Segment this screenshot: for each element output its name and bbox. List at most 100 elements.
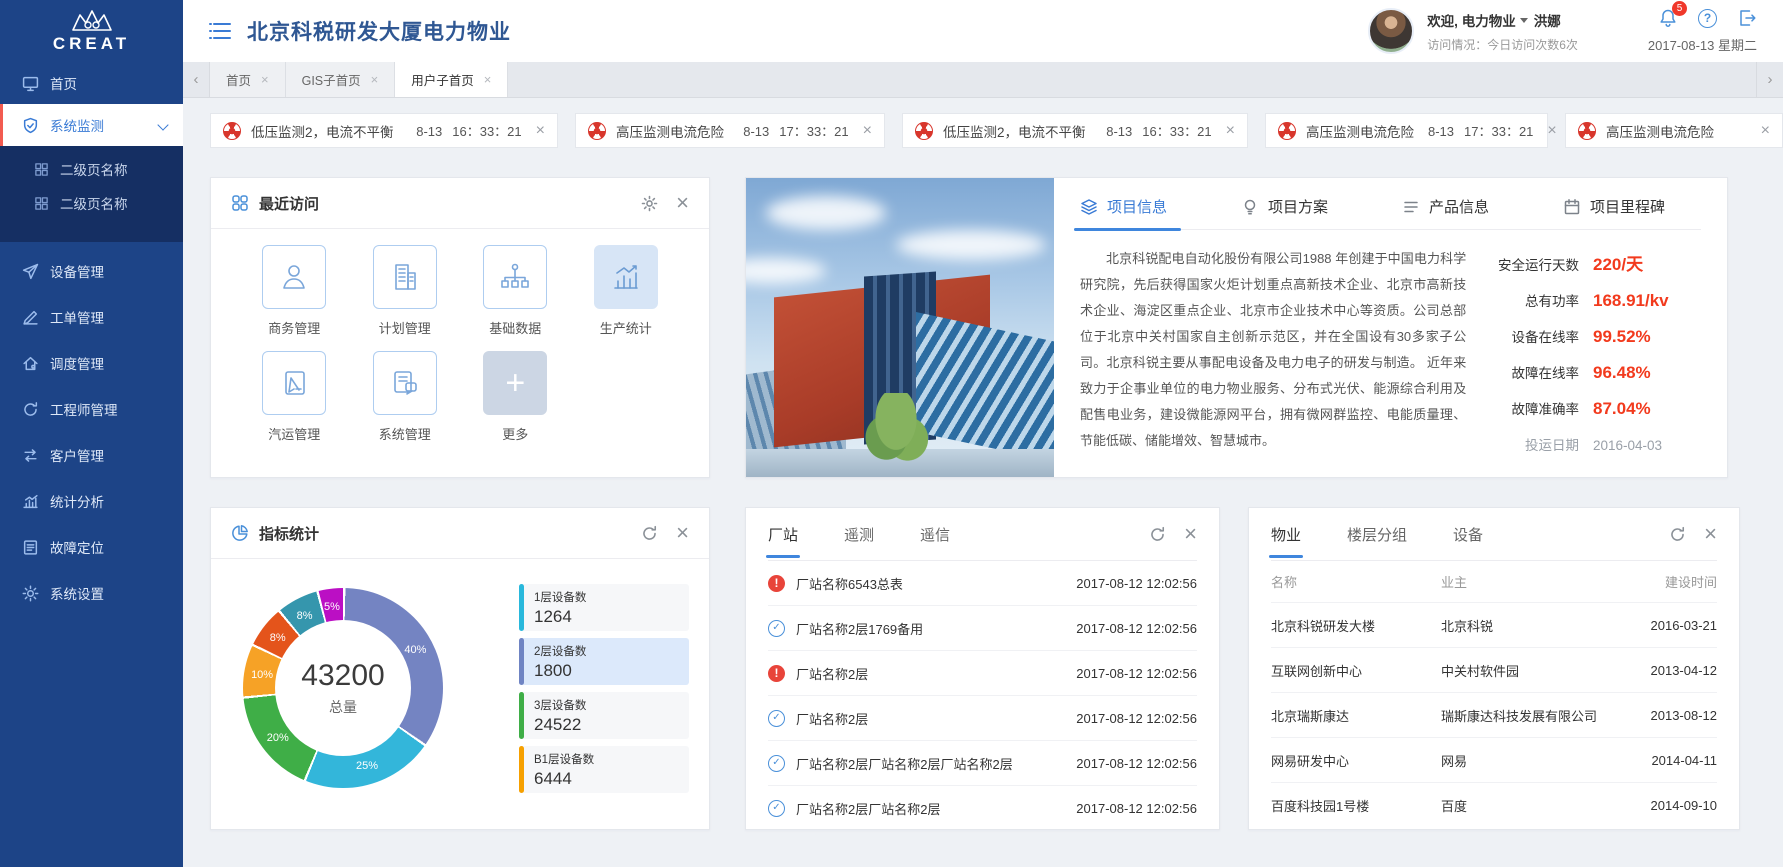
close-icon[interactable] [536,123,545,139]
tab-close-icon[interactable] [261,73,269,86]
gear-icon[interactable] [641,195,658,212]
header-date: 2017-08-13 星期二 [1648,35,1757,54]
tab-close-icon[interactable] [371,73,379,86]
shortcut-transport[interactable]: 汽运管理 [239,351,350,443]
tab-telesignal[interactable]: 遥信 [920,524,950,545]
tab-project-plan[interactable]: 项目方案 [1241,196,1328,217]
swap-icon [22,447,39,464]
logo-text: CREAT [53,34,130,54]
caret-down-icon[interactable] [1520,18,1528,23]
sidebar-item-engineer[interactable]: 工程师管理 [0,386,183,432]
refresh-icon[interactable] [1149,526,1166,543]
shortcut-plan[interactable]: 计划管理 [350,245,461,337]
sidebar-item-dispatch[interactable]: 调度管理 [0,340,183,386]
sidebar-item-label: 调度管理 [50,353,104,373]
tab-project-milestone[interactable]: 项目里程碑 [1563,196,1665,217]
close-icon[interactable] [1226,123,1235,139]
station-row[interactable]: 厂站名称2层1769备用 2017-08-12 12:02:56 [768,605,1197,650]
sidebar-item-customer[interactable]: 客户管理 [0,432,183,478]
menu-list-icon[interactable] [209,22,231,40]
shortcut-production-stats[interactable]: 生产统计 [571,245,682,337]
alert-card[interactable]: 低压监测2，电流不平衡 8-1316：33：21 [210,113,558,148]
close-icon[interactable] [1184,523,1197,545]
sidebar-subitem-2[interactable]: 二级页名称 [0,186,183,220]
legend-item[interactable]: B1层设备数6444 [519,746,689,793]
table-row[interactable]: 北京瑞斯康达 瑞斯康达科技发展有限公司 2013-08-12 [1271,692,1717,737]
tab-telemetry[interactable]: 遥测 [844,524,874,545]
sidebar-item-statistics[interactable]: 统计分析 [0,478,183,524]
building-icon [373,245,437,309]
close-icon[interactable] [1704,523,1717,545]
table-row[interactable]: 百度科技园1号楼 百度 2014-09-10 [1271,782,1717,827]
sidebar-item-label: 工单管理 [50,307,104,327]
station-row[interactable]: 厂站名称2层厂站名称2层厂站名称2层 2017-08-12 12:02:56 [768,740,1197,785]
legend-item[interactable]: 1层设备数1264 [519,584,689,631]
alert-card[interactable]: 高压监测电流危险 8-1317：33：21 [575,113,885,148]
donut-center: 43200 总量 [275,620,411,756]
monitor-icon [22,75,39,92]
plus-icon [483,351,547,415]
station-row[interactable]: 厂站名称2层 2017-08-12 12:02:56 [768,695,1197,740]
sidebar-item-workorder[interactable]: 工单管理 [0,294,183,340]
tab-floor-group[interactable]: 楼层分组 [1347,524,1407,545]
tab-user-subhome[interactable]: 用户子首页 [395,62,508,97]
tab-scroll-left-icon[interactable]: ‹ [183,62,210,97]
alarm-icon [1278,122,1296,140]
sync-icon [22,401,39,418]
building-photo [746,178,1054,477]
sidebar-item-device[interactable]: 设备管理 [0,248,183,294]
user-avatar[interactable] [1368,8,1414,54]
welcome-text[interactable]: 欢迎, 电力物业 [1427,14,1516,29]
bulb-icon [1241,198,1259,216]
refresh-icon[interactable] [641,525,658,542]
close-icon[interactable] [1761,123,1770,139]
sidebar-nav: 设备管理 工单管理 调度管理 工程师管理 [0,242,183,616]
tab-gis-subhome[interactable]: GIS子首页 [286,62,396,97]
tab-property[interactable]: 物业 [1271,524,1301,545]
close-icon[interactable] [863,123,872,139]
sidebar-subitem-1[interactable]: 二级页名称 [0,152,183,186]
tab-home[interactable]: 首页 [210,62,286,97]
legend-item[interactable]: 2层设备数1800 [519,638,689,685]
bell-icon[interactable]: 5 [1658,8,1678,28]
sidebar-item-system-monitor[interactable]: 系统监测 [0,104,183,146]
station-row[interactable]: 厂站名称2层厂站名称2层 2017-08-12 12:02:56 [768,785,1197,830]
sidebar-item-settings[interactable]: 系统设置 [0,570,183,616]
project-description: 北京科锐配电自动化股份有限公司1988 年创建于中国电力科学研究院，先后获得国家… [1080,246,1466,469]
legend-item[interactable]: 3层设备数24522 [519,692,689,739]
sidebar-item-label: 统计分析 [50,491,104,511]
tab-close-icon[interactable] [484,73,492,86]
station-row[interactable]: 厂站名称2层 2017-08-12 12:02:56 [768,650,1197,695]
tab-scroll-right-icon[interactable]: › [1756,62,1783,97]
tab-product-info[interactable]: 产品信息 [1402,196,1489,217]
shortcut-label: 汽运管理 [268,424,320,443]
station-row[interactable]: 厂站名称6543总表 2017-08-12 12:02:56 [768,560,1197,605]
logout-icon[interactable] [1737,8,1757,28]
tab-station[interactable]: 厂站 [768,524,798,545]
refresh-icon[interactable] [1669,526,1686,543]
tab-device[interactable]: 设备 [1453,524,1483,545]
close-icon[interactable] [1547,123,1556,139]
tab-project-info[interactable]: 项目信息 [1080,196,1167,217]
alert-card[interactable]: 低压监测2，电流不平衡 8-1316：33：21 [902,113,1248,148]
alert-card[interactable]: 高压监测电流危险 [1565,113,1783,148]
stat-row: 故障在线率 96.48% [1466,362,1701,383]
alert-card[interactable]: 高压监测电流危险 8-1317：33：21 [1265,113,1548,148]
donut-chart-wrap: 40%25%20%10%8%8%5% 43200 总量 [243,588,443,788]
shortcut-basedata[interactable]: 基础数据 [460,245,571,337]
legend-color-bar [519,692,524,739]
table-row[interactable]: 网易研发中心 网易 2014-04-11 [1271,737,1717,782]
help-icon[interactable]: ? [1698,9,1717,28]
sidebar-item-label: 系统设置 [50,583,104,603]
station-tabs: 厂站 遥测 遥信 [746,508,1219,560]
shortcut-system[interactable]: 系统管理 [350,351,461,443]
table-row[interactable]: 互联网创新中心 中关村软件园 2013-04-12 [1271,647,1717,692]
shortcut-business[interactable]: 商务管理 [239,245,350,337]
close-icon[interactable] [676,192,689,214]
sidebar-item-label: 系统监测 [50,115,104,135]
close-icon[interactable] [676,522,689,544]
shortcut-more[interactable]: 更多 [460,351,571,443]
sidebar-item-home[interactable]: 首页 [0,62,183,104]
table-row[interactable]: 北京科锐研发大楼 北京科锐 2016-03-21 [1271,602,1717,647]
sidebar-item-fault[interactable]: 故障定位 [0,524,183,570]
